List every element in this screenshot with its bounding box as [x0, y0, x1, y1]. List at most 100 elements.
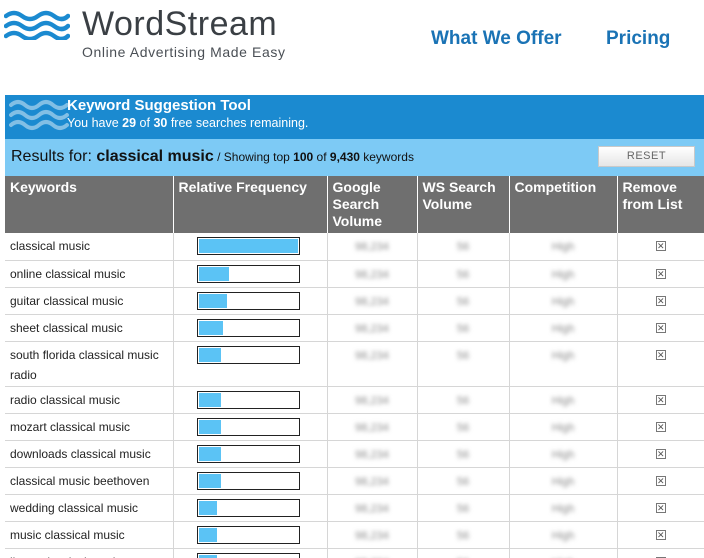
shown-count: 100 [293, 150, 314, 164]
google-search-volume-value: 98,234 [355, 475, 389, 488]
wordstream-logo[interactable]: WordStream Online Advertising Made Easy [4, 4, 304, 64]
frequency-bar [196, 498, 300, 517]
relative-frequency-cell [173, 341, 328, 387]
google-search-volume-cell: 98,234 [327, 521, 418, 549]
keyword-cell: wedding classical music [5, 494, 174, 522]
remove-checkbox-icon[interactable]: ✕ [655, 502, 666, 513]
total-count: 9,430 [329, 150, 360, 164]
col-header-keywords[interactable]: Keywords [5, 176, 174, 233]
competition-cell: High [509, 494, 618, 522]
table-row: radio classical music 98,234 56 High ✕ [5, 386, 704, 414]
competition-value: High [551, 349, 575, 362]
searches-prefix: You have [67, 116, 123, 130]
competition-value: High [551, 529, 575, 542]
col-header-google-search-volume[interactable]: Google Search Volume [327, 176, 418, 233]
frequency-bar [196, 471, 300, 490]
competition-value: High [551, 448, 575, 461]
remove-checkbox-icon[interactable]: ✕ [655, 529, 666, 540]
competition-value: High [551, 421, 575, 434]
remove-checkbox-icon[interactable]: ✕ [655, 322, 666, 333]
ws-search-volume-cell: 56 [417, 314, 510, 342]
logo-name: WordStream [82, 5, 278, 43]
showing-prefix: / Showing top [213, 150, 294, 164]
ws-search-volume-cell: 56 [417, 548, 510, 558]
keyword-cell: online classical music [5, 260, 174, 288]
remove-cell: ✕ [617, 233, 704, 261]
ws-search-volume-value: 56 [456, 502, 470, 515]
site-header: WordStream Online Advertising Made Easy … [0, 0, 704, 95]
logo-tagline: Online Advertising Made Easy [82, 44, 286, 60]
remove-checkbox-icon[interactable]: ✕ [655, 241, 666, 251]
col-header-relative-frequency[interactable]: Relative Frequency [173, 176, 328, 233]
google-search-volume-cell: 98,234 [327, 314, 418, 342]
remove-cell: ✕ [617, 341, 704, 387]
google-search-volume-cell: 98,234 [327, 386, 418, 414]
competition-cell: High [509, 386, 618, 414]
nav-what-we-offer[interactable]: What We Offer [431, 28, 562, 50]
table-row: sheet classical music 98,234 56 High ✕ [5, 314, 704, 342]
keyword-cell: sheet classical music [5, 314, 174, 342]
frequency-bar-fill [198, 293, 227, 308]
ws-search-volume-cell: 56 [417, 341, 510, 387]
competition-value: High [551, 295, 575, 308]
remove-checkbox-icon[interactable]: ✕ [655, 448, 666, 459]
google-search-volume-value: 98,234 [355, 241, 389, 253]
ws-search-volume-value: 56 [456, 241, 470, 253]
showing-suffix: keywords [359, 150, 414, 164]
remove-checkbox-icon[interactable]: ✕ [655, 421, 666, 432]
google-search-volume-value: 98,234 [355, 394, 389, 407]
ws-search-volume-cell: 56 [417, 386, 510, 414]
google-search-volume-cell: 98,234 [327, 287, 418, 315]
nav-pricing[interactable]: Pricing [606, 28, 670, 50]
frequency-bar [196, 318, 300, 337]
col-header-remove-from-list: Remove from List [617, 176, 704, 233]
google-search-volume-cell: 98,234 [327, 440, 418, 468]
ws-search-volume-value: 56 [456, 475, 470, 488]
google-search-volume-value: 98,234 [355, 295, 389, 308]
table-row: wedding classical music 98,234 56 High ✕ [5, 494, 704, 522]
competition-value: High [551, 394, 575, 407]
competition-cell: High [509, 548, 618, 558]
ws-search-volume-value: 56 [456, 268, 470, 281]
remove-checkbox-icon[interactable]: ✕ [655, 394, 666, 405]
frequency-bar [196, 390, 300, 409]
remove-checkbox-icon[interactable]: ✕ [655, 268, 666, 279]
remove-cell: ✕ [617, 521, 704, 549]
google-search-volume-cell: 98,234 [327, 233, 418, 261]
remove-cell: ✕ [617, 260, 704, 288]
searches-remaining: You have 29 of 30 free searches remainin… [67, 116, 308, 130]
frequency-bar [196, 291, 300, 310]
ws-search-volume-cell: 56 [417, 260, 510, 288]
google-search-volume-value: 98,234 [355, 421, 389, 434]
keyword-cell: downloads classical music [5, 440, 174, 468]
google-search-volume-value: 98,234 [355, 268, 389, 281]
frequency-bar [196, 417, 300, 436]
col-header-competition[interactable]: Competition [509, 176, 618, 233]
ws-search-volume-cell: 56 [417, 494, 510, 522]
col-header-ws-search-volume[interactable]: WS Search Volume [417, 176, 510, 233]
competition-value: High [552, 553, 575, 558]
remove-checkbox-icon[interactable]: ✕ [655, 349, 666, 360]
remove-checkbox-icon[interactable]: ✕ [655, 295, 666, 306]
ws-search-volume-cell: 56 [417, 440, 510, 468]
frequency-bar-fill [198, 392, 221, 407]
frequency-bar [196, 444, 300, 463]
keyword-cell: classical music beethoven [5, 467, 174, 495]
remove-cell: ✕ [617, 386, 704, 414]
keyword-cell: listen classical music [5, 548, 174, 558]
frequency-bar-fill [198, 320, 223, 335]
frequency-bar [196, 237, 300, 255]
remove-cell: ✕ [617, 287, 704, 315]
relative-frequency-cell [173, 440, 328, 468]
remove-checkbox-icon[interactable]: ✕ [655, 475, 666, 486]
reset-button[interactable]: RESET [598, 146, 695, 167]
frequency-bar [196, 345, 300, 364]
table-row: downloads classical music 98,234 56 High ✕ [5, 440, 704, 468]
searches-total-count: 30 [153, 116, 168, 130]
remove-cell: ✕ [617, 548, 704, 558]
results-bar: Results for: classical music / Showing t… [5, 139, 704, 176]
frequency-bar-fill [198, 554, 217, 558]
competition-value: High [551, 241, 575, 253]
ws-search-volume-cell: 56 [417, 287, 510, 315]
google-search-volume-cell: 98,234 [327, 413, 418, 441]
